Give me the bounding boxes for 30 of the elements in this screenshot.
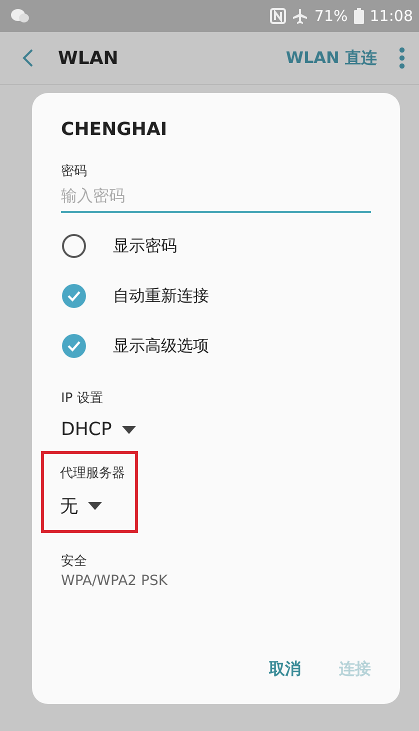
security-label: 安全 xyxy=(61,553,88,570)
dropdown-arrow-icon xyxy=(88,502,102,510)
screen-title: WLAN xyxy=(58,48,120,68)
dropdown[interactable]: 无 xyxy=(60,494,125,518)
checkbox[interactable] xyxy=(62,234,86,258)
wlan-direct-link[interactable]: WLAN 直连 xyxy=(286,48,377,68)
dropdown-arrow-icon xyxy=(122,426,136,434)
field-label: 代理服务器 xyxy=(60,465,125,482)
option-label: 显示高级选项 xyxy=(113,336,209,356)
checkbox[interactable] xyxy=(62,334,86,358)
field-label: IP 设置 xyxy=(61,390,104,407)
airplane-icon xyxy=(292,8,308,24)
option-label: 自动重新连接 xyxy=(113,286,209,306)
check-icon xyxy=(67,340,81,352)
chat-icon xyxy=(10,8,30,24)
password-label: 密码 xyxy=(61,163,88,180)
battery-icon xyxy=(354,8,364,24)
checkbox[interactable] xyxy=(62,284,86,308)
dropdown[interactable]: DHCP xyxy=(61,419,136,440)
more-options-icon[interactable] xyxy=(399,47,405,69)
option-label: 显示密码 xyxy=(113,236,177,256)
battery-percent: 71% xyxy=(314,7,348,25)
password-field[interactable]: 输入密码 xyxy=(61,180,371,213)
dialog-button[interactable]: 取消 xyxy=(269,655,301,684)
check-icon xyxy=(67,290,81,302)
nfc-icon xyxy=(270,8,286,24)
dialog-title: CHENGHAI xyxy=(61,119,168,140)
back-icon[interactable] xyxy=(22,48,34,68)
clock-time: 11:08 xyxy=(370,7,413,25)
security-value: WPA/WPA2 PSK xyxy=(61,573,169,589)
